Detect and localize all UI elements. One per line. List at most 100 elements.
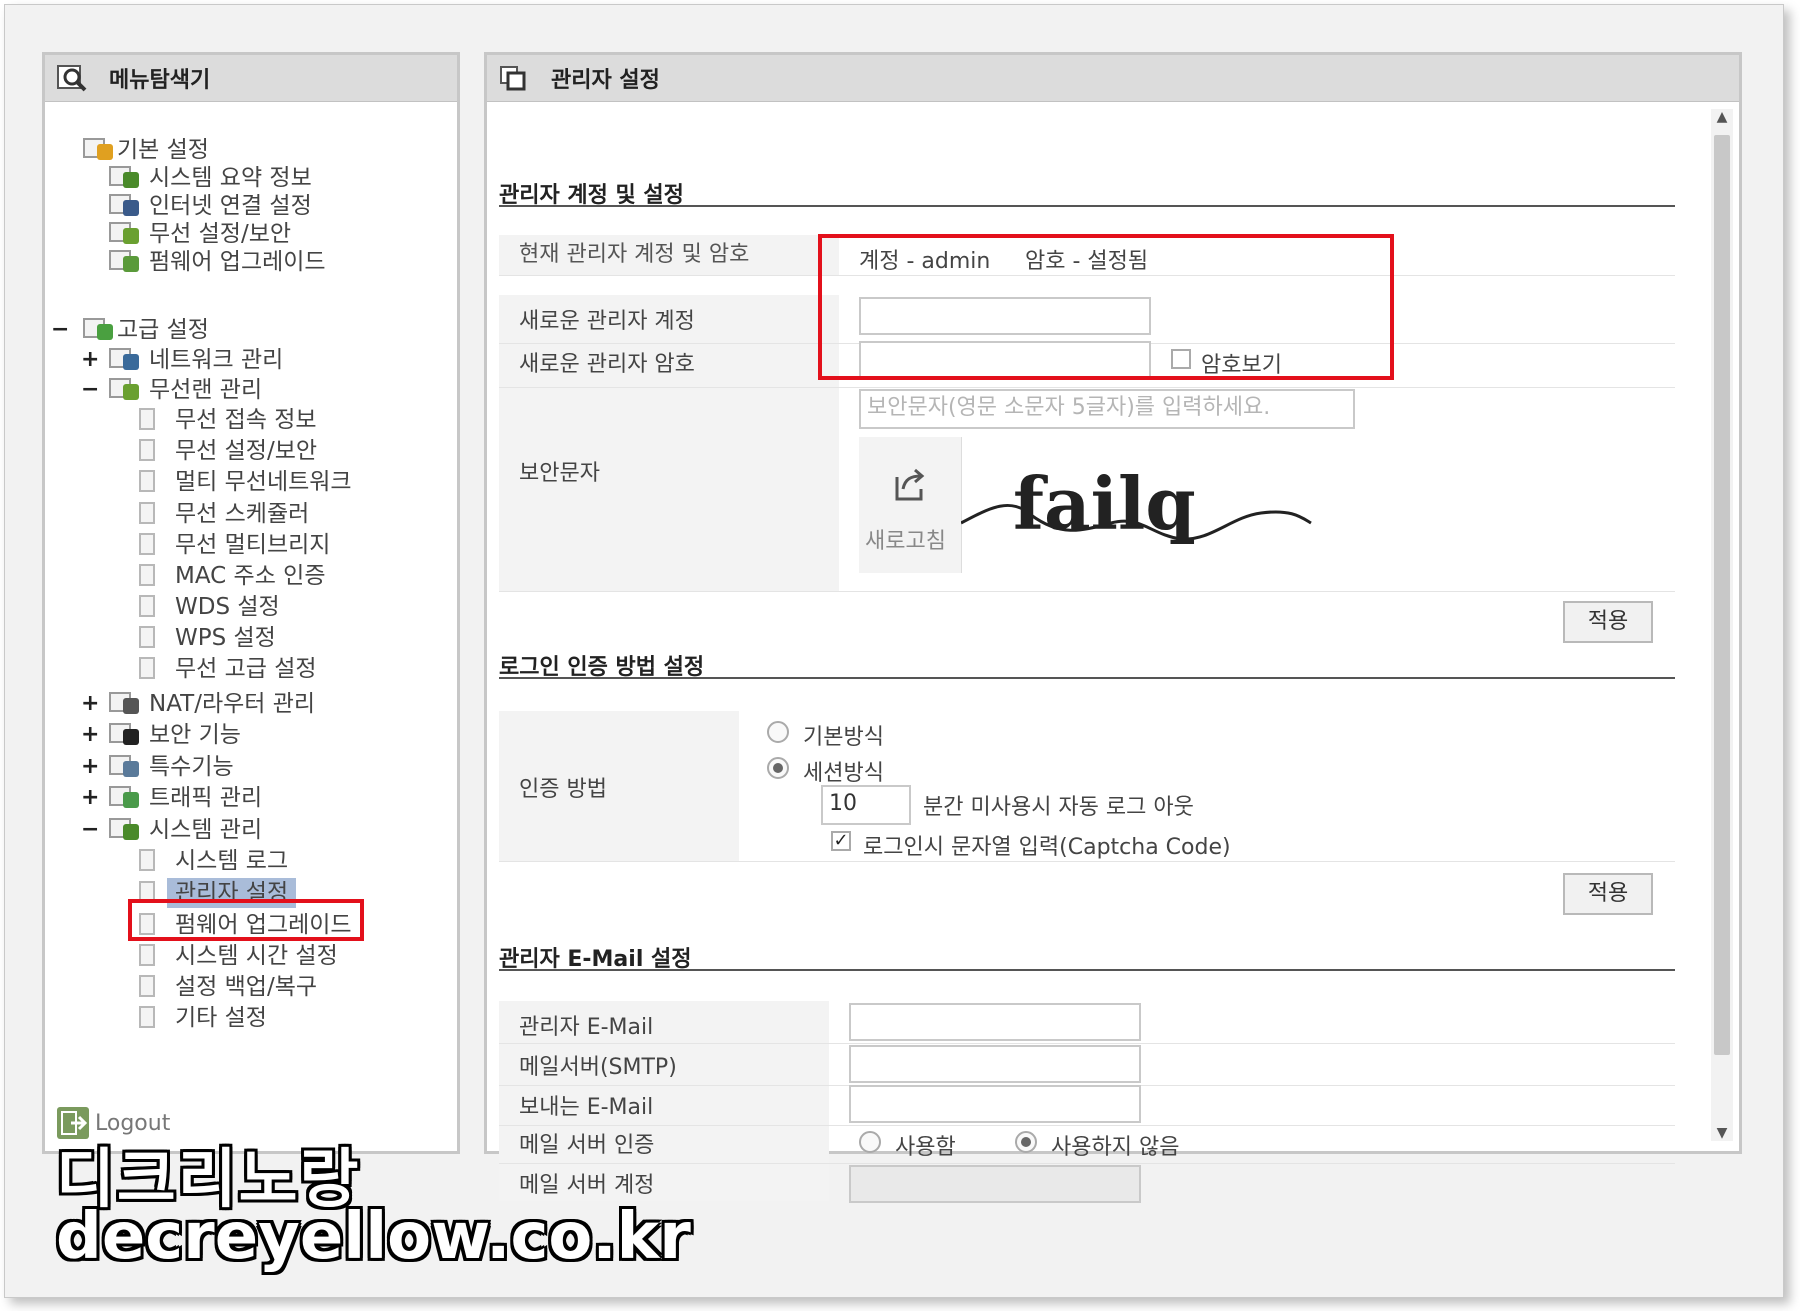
menu-item-label: 무선 설정/보안 xyxy=(175,438,318,464)
vertical-scrollbar[interactable]: ▲ ▼ xyxy=(1711,109,1733,1141)
captcha-label: 보안문자 xyxy=(519,461,600,486)
page-icon xyxy=(139,408,155,430)
selected-menu-highlight xyxy=(128,899,364,941)
row-divider xyxy=(499,387,1675,388)
mail-auth-not-use-radio[interactable] xyxy=(1015,1131,1037,1153)
scroll-thumb[interactable] xyxy=(1714,135,1730,1055)
expand-icon[interactable]: + xyxy=(81,689,99,719)
captcha-input[interactable]: 보안문자(영문 소문자 5글자)를 입력하세요. xyxy=(859,389,1355,429)
timeout-input[interactable]: 10 xyxy=(821,785,911,825)
admin-email-label: 관리자 E-Mail xyxy=(519,1015,654,1040)
expand-icon[interactable]: + xyxy=(81,783,99,813)
page-icon xyxy=(139,626,155,648)
menu-item-label: 고급 설정 xyxy=(117,317,209,343)
folder-badge-icon xyxy=(123,384,139,400)
collapse-icon[interactable]: − xyxy=(81,815,99,845)
basic-auth-radio[interactable] xyxy=(767,721,789,743)
refresh-icon xyxy=(893,467,929,507)
sender-email-label: 보내는 E-Mail xyxy=(519,1095,654,1120)
svg-text:failq: failq xyxy=(1013,461,1196,546)
mail-account-label: 메일 서버 계정 xyxy=(519,1173,655,1198)
folder-badge-icon xyxy=(97,324,113,340)
watermark-url: decreyellow.co.kr xyxy=(56,1200,691,1274)
scroll-down-icon[interactable]: ▼ xyxy=(1711,1125,1733,1141)
folder-badge-icon xyxy=(123,200,139,216)
current-account-label: 현재 관리자 계정 및 암호 xyxy=(499,235,839,275)
menu-item-label: 시스템 시간 설정 xyxy=(175,943,338,969)
menu-item-label: NAT/라우터 관리 xyxy=(149,691,316,717)
scroll-up-icon[interactable]: ▲ xyxy=(1711,109,1733,125)
page-icon xyxy=(139,533,155,555)
session-auth-label: 세션방식 xyxy=(803,761,884,786)
menu-item-label: 네트워크 관리 xyxy=(149,347,284,373)
account-apply-button[interactable]: 적용 xyxy=(1563,601,1653,643)
captcha-refresh-button[interactable]: 새로고침 xyxy=(859,437,962,573)
mail-account-input[interactable] xyxy=(849,1165,1141,1203)
captcha-image: failq xyxy=(960,437,1361,573)
page-icon xyxy=(139,849,155,871)
folder-badge-icon xyxy=(123,228,139,244)
auth-method-label: 인증 방법 xyxy=(519,777,607,802)
collapse-icon[interactable]: − xyxy=(81,375,99,405)
menu-explorer-panel: 메뉴탐색기 기본 설정 시스템 요약 정보 인터넷 연결 설정 무선 설정/보안 펌웨어… xyxy=(42,52,460,1154)
admin-settings-header: 관리자 설정 xyxy=(487,55,1739,102)
menu-item-label: 설정 백업/복구 xyxy=(175,974,318,1000)
section-divider xyxy=(499,677,1675,679)
folder-badge-icon xyxy=(123,792,139,808)
menu-explorer-title: 메뉴탐색기 xyxy=(109,68,211,93)
menu-item-label: 인터넷 연결 설정 xyxy=(149,193,312,219)
expand-icon[interactable]: + xyxy=(81,752,99,782)
menu-item-label: 펌웨어 업그레이드 xyxy=(149,249,326,275)
folder-badge-icon xyxy=(97,144,113,160)
expand-icon[interactable]: + xyxy=(81,345,99,375)
menu-item-label: 무선 스케쥴러 xyxy=(175,501,310,527)
menu-item-label: 시스템 관리 xyxy=(149,817,263,843)
login-apply-button[interactable]: 적용 xyxy=(1563,873,1653,915)
folder-icon xyxy=(109,755,139,777)
page-icon xyxy=(139,439,155,461)
folder-badge-icon xyxy=(123,729,139,745)
collapse-icon[interactable]: − xyxy=(51,315,69,345)
folder-icon xyxy=(109,692,139,714)
folder-badge-icon xyxy=(123,172,139,188)
folder-badge-icon xyxy=(123,761,139,777)
sender-email-input[interactable] xyxy=(849,1085,1141,1123)
admin-email-input[interactable] xyxy=(849,1003,1141,1041)
folder-icon xyxy=(109,250,139,272)
mail-auth-use-label: 사용함 xyxy=(895,1135,956,1160)
expand-icon[interactable]: + xyxy=(81,720,99,750)
row-divider xyxy=(499,861,1675,862)
page-icon xyxy=(139,657,155,679)
page-icon xyxy=(139,944,155,966)
page-icon xyxy=(139,975,155,997)
page-icon xyxy=(139,564,155,586)
menu-item-label: 트래픽 관리 xyxy=(149,785,263,811)
section-divider xyxy=(499,969,1675,971)
folder-icon xyxy=(109,222,139,244)
folder-icon xyxy=(109,723,139,745)
row-divider xyxy=(499,1125,1675,1126)
page-icon xyxy=(139,470,155,492)
folder-icon xyxy=(109,194,139,216)
session-auth-radio[interactable] xyxy=(767,757,789,779)
section-divider xyxy=(499,205,1675,207)
mail-auth-use-radio[interactable] xyxy=(859,1131,881,1153)
captcha-login-checkbox[interactable]: ✓ xyxy=(831,831,851,851)
account-labels-bg xyxy=(499,295,839,591)
timeout-suffix: 분간 미사용시 자동 로그 아웃 xyxy=(923,795,1194,820)
basic-auth-label: 기본방식 xyxy=(803,725,884,750)
menu-item-label: 무선 설정/보안 xyxy=(149,221,292,247)
page-icon xyxy=(139,595,155,617)
smtp-input[interactable] xyxy=(849,1045,1141,1083)
folder-icon xyxy=(83,138,113,160)
folder-icon xyxy=(109,348,139,370)
menu-item-label: 특수기능 xyxy=(149,754,234,780)
mail-auth-not-use-label: 사용하지 않음 xyxy=(1051,1135,1180,1160)
mail-auth-label: 메일 서버 인증 xyxy=(519,1133,655,1158)
refresh-label: 새로고침 xyxy=(865,529,946,554)
menu-item-label: 무선 접속 정보 xyxy=(175,407,317,433)
row-divider xyxy=(499,591,1675,592)
window-icon xyxy=(499,64,533,92)
page-icon xyxy=(139,1006,155,1028)
admin-settings-title: 관리자 설정 xyxy=(551,68,660,93)
